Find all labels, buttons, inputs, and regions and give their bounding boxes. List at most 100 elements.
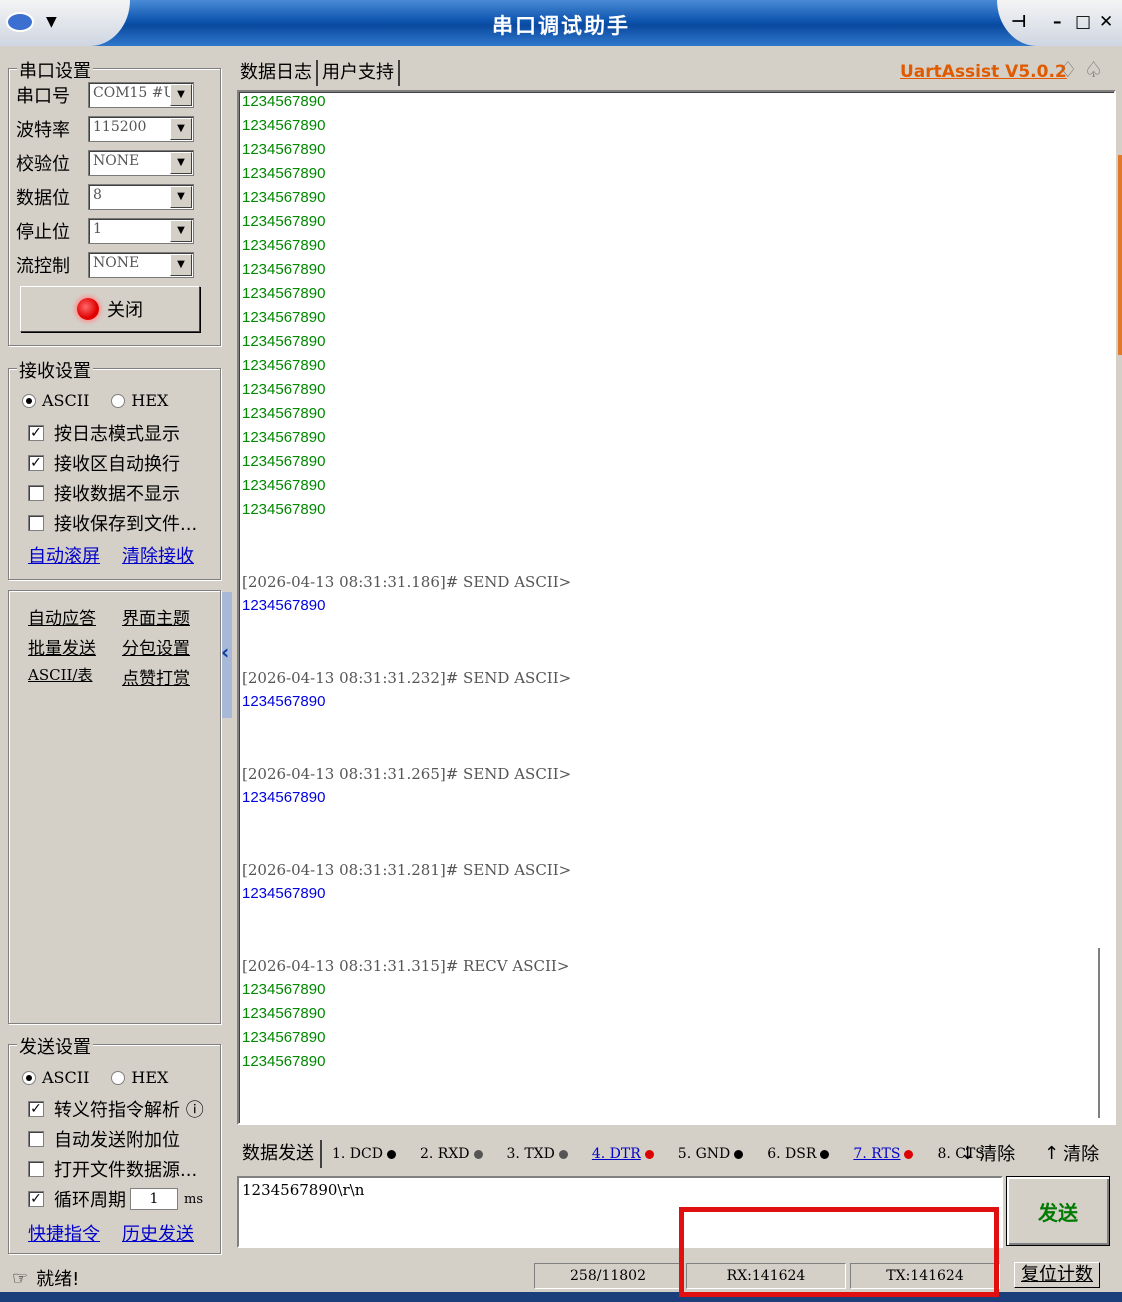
send-bar: 数据发送 1. DCD 2. RXD 3. TXD 4. DTR 5. GND 6. DS… xyxy=(236,1140,999,1168)
checkbox[interactable] xyxy=(28,515,44,531)
pin-label: 1. DCD xyxy=(332,1146,383,1162)
log-line: 1234567890 xyxy=(242,189,326,206)
clear-receive-link[interactable]: 清除接收 xyxy=(122,542,194,568)
serial-field-row: 数据位 8 ▼ xyxy=(16,184,194,210)
collapse-arrow-icon[interactable]: ‹ xyxy=(221,640,229,664)
send-button[interactable]: 发送 xyxy=(1006,1176,1110,1246)
pin-indicator[interactable]: 7. RTS xyxy=(853,1146,914,1162)
checkbox-label: 循环周期 xyxy=(54,1190,126,1211)
serial-field-combo[interactable]: 8 ▼ xyxy=(88,184,194,210)
receive-ascii-radio[interactable] xyxy=(22,393,36,408)
checkbox[interactable] xyxy=(28,1131,44,1147)
chevron-down-icon[interactable]: ▼ xyxy=(170,84,192,106)
bottom-border xyxy=(0,1292,1122,1302)
rx-counter: RX:141624 xyxy=(686,1263,846,1289)
tab-data-log[interactable]: 数据日志 xyxy=(236,60,318,86)
chevron-down-icon[interactable]: ▼ xyxy=(170,118,192,140)
serial-field-row: 串口号 COM15 #US ▼ xyxy=(16,82,194,108)
log-scrollbar[interactable] xyxy=(1098,948,1100,1118)
ui-theme-link[interactable]: 界面主题 xyxy=(122,604,190,629)
bell-icon[interactable]: ♤ xyxy=(1084,58,1110,83)
send-hex-radio[interactable] xyxy=(111,1070,126,1085)
pin-status-icon xyxy=(734,1149,744,1159)
batch-send-link[interactable]: 批量发送 xyxy=(28,634,96,659)
tab-user-support[interactable]: 用户支持 xyxy=(318,60,400,86)
log-tabs: 数据日志 用户支持 xyxy=(236,60,400,86)
arrow-up-icon: ↑ xyxy=(1044,1142,1060,1164)
auto-reply-link[interactable]: 自动应答 xyxy=(28,604,96,629)
serial-field-combo[interactable]: 115200 ▼ xyxy=(88,116,194,142)
serial-field-label: 串口号 xyxy=(16,86,70,107)
diamond-icon[interactable]: ♢ xyxy=(1058,58,1084,83)
serial-field-combo[interactable]: COM15 #US ▼ xyxy=(88,82,194,108)
pin-label: 5. GND xyxy=(677,1146,731,1162)
minimize-button[interactable]: – xyxy=(1053,12,1062,32)
checkbox[interactable] xyxy=(28,1161,44,1177)
ascii-table-link[interactable]: ASCII/表 xyxy=(28,664,93,685)
log-line: 1234567890 xyxy=(242,357,326,374)
reset-counter-button[interactable]: 复位计数 xyxy=(1014,1262,1100,1288)
send-input[interactable]: 1234567890\r\n xyxy=(237,1176,1003,1248)
chevron-down-icon[interactable]: ▼ xyxy=(170,220,192,242)
checkbox-label: 打开文件数据源... xyxy=(54,1160,198,1181)
period-input[interactable]: 1 xyxy=(130,1188,178,1210)
checkbox[interactable] xyxy=(28,485,44,501)
pin-window-icon[interactable]: ⊣ xyxy=(1011,12,1027,32)
log-line: 1234567890 xyxy=(242,93,326,110)
log-line: 1234567890 xyxy=(242,597,326,614)
tab-data-send[interactable]: 数据发送 xyxy=(236,1140,322,1168)
log-line: [2026-04-13 08:31:31.232]# SEND ASCII> xyxy=(242,669,572,687)
checkbox-row[interactable]: ✓ 接收区自动换行 xyxy=(28,450,180,476)
clear-send-button[interactable]: ↓ 清除 xyxy=(960,1140,1015,1166)
chevron-down-icon[interactable]: ▼ xyxy=(170,186,192,208)
pin-indicator[interactable]: 4. DTR xyxy=(592,1146,654,1162)
auto-scroll-link[interactable]: 自动滚屏 xyxy=(28,542,100,568)
pin-label: 2. RXD xyxy=(419,1146,470,1162)
pin-label: 4. DTR xyxy=(591,1146,641,1162)
port-status-icon xyxy=(77,298,99,320)
donate-link[interactable]: 点赞打赏 xyxy=(122,664,190,689)
checkbox-row[interactable]: ✓ 按日志模式显示 xyxy=(28,420,180,446)
receive-log[interactable]: 1234567890 1234567890 1234567890 1234567890… xyxy=(237,90,1116,1125)
shortcut-commands-link[interactable]: 快捷指令 xyxy=(28,1220,100,1246)
receive-settings-title: 接收设置 xyxy=(17,357,93,383)
log-line: [2026-04-13 08:31:31.281]# SEND ASCII> xyxy=(242,861,572,879)
checkbox-row[interactable]: 接收数据不显示 xyxy=(28,480,180,506)
packet-settings-link[interactable]: 分包设置 xyxy=(122,634,190,659)
window-edge xyxy=(1118,155,1122,355)
checkbox-row[interactable]: 接收保存到文件... xyxy=(28,510,197,536)
serial-field-value: NONE xyxy=(93,153,140,169)
serial-field-combo[interactable]: NONE ▼ xyxy=(88,252,194,278)
version-link[interactable]: UartAssist V5.0.2 xyxy=(900,62,1067,82)
log-line: 1234567890 xyxy=(242,285,326,302)
checkbox[interactable]: ✓ xyxy=(28,425,44,441)
serial-field-combo[interactable]: NONE ▼ xyxy=(88,150,194,176)
checkbox-row[interactable]: 打开文件数据源... xyxy=(28,1156,197,1182)
checkbox[interactable]: ✓ xyxy=(28,1101,44,1117)
send-history-link[interactable]: 历史发送 xyxy=(122,1220,194,1246)
checkbox[interactable]: ✓ xyxy=(28,455,44,471)
checkbox-row[interactable]: ✓ 转义符指令解析 ⓘ xyxy=(28,1096,204,1122)
pin-indicator: 2. RXD xyxy=(420,1146,483,1162)
chevron-down-icon[interactable]: ▼ xyxy=(170,152,192,174)
serial-field-combo[interactable]: 1 ▼ xyxy=(88,218,194,244)
log-line: 1234567890 xyxy=(242,381,326,398)
checkbox-row[interactable]: 自动发送附加位 xyxy=(28,1126,180,1152)
send-ascii-radio[interactable] xyxy=(22,1070,36,1085)
receive-mode-radios: ASCII HEX xyxy=(22,391,168,410)
send-mode-radios: ASCII HEX xyxy=(22,1068,168,1087)
maximize-button[interactable]: □ xyxy=(1075,12,1091,32)
log-line: 1234567890 xyxy=(242,981,326,998)
close-window-button[interactable]: ✕ xyxy=(1099,12,1113,32)
receive-hex-radio[interactable] xyxy=(111,393,126,408)
pin-label: 6. DSR xyxy=(767,1146,817,1162)
clear-receive-button[interactable]: ↑ 清除 xyxy=(1044,1140,1099,1166)
close-port-button[interactable]: 关闭 xyxy=(20,286,200,332)
log-line: 1234567890 xyxy=(242,429,326,446)
chevron-down-icon[interactable]: ▼ xyxy=(170,254,192,276)
checkbox-label: 接收数据不显示 xyxy=(54,484,180,505)
checkbox[interactable]: ✓ xyxy=(28,1191,44,1207)
log-line: 1234567890 xyxy=(242,477,326,494)
checkbox-row[interactable]: ✓ 循环周期 xyxy=(28,1186,126,1212)
send-ascii-label: ASCII xyxy=(42,1068,90,1087)
